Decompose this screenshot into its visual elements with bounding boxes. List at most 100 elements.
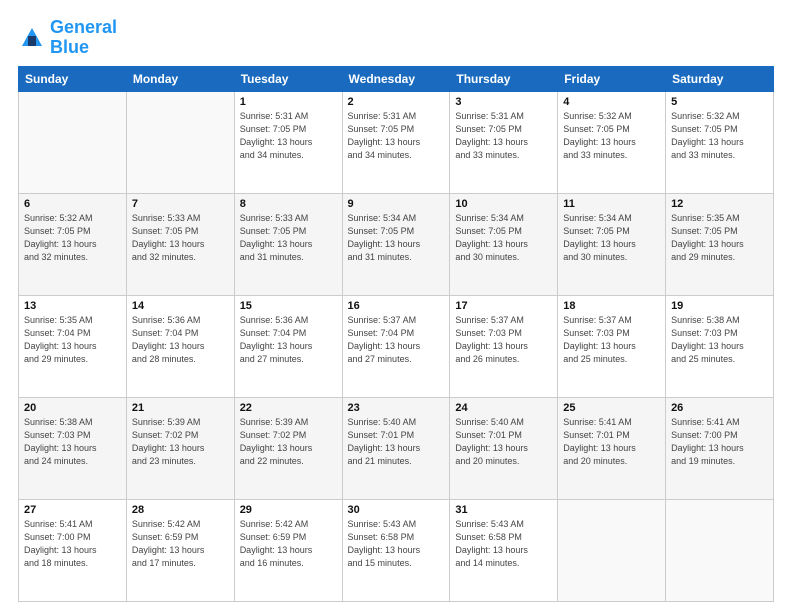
page: General Blue SundayMondayTuesdayWednesda…	[0, 0, 792, 612]
table-row: 2 Sunrise: 5:31 AM Sunset: 7:05 PM Daylig…	[342, 91, 450, 193]
day-number: 4	[563, 96, 660, 108]
day-number: 21	[132, 402, 229, 414]
day-detail: Sunrise: 5:40 AM Sunset: 7:01 PM Dayligh…	[455, 416, 552, 468]
weekday-header-thursday: Thursday	[450, 66, 558, 91]
day-detail: Sunrise: 5:36 AM Sunset: 7:04 PM Dayligh…	[132, 314, 229, 366]
calendar-row: 13Sunrise: 5:35 AM Sunset: 7:04 PM Dayli…	[19, 295, 774, 397]
table-row: 31 Sunrise: 5:43 AM Sunset: 6:58 PM Dayli…	[450, 499, 558, 601]
table-row: 7 Sunrise: 5:33 AM Sunset: 7:05 PM Daylig…	[126, 193, 234, 295]
day-number: 11	[563, 198, 660, 210]
day-number: 9	[348, 198, 445, 210]
table-row: 27 Sunrise: 5:41 AM Sunset: 7:00 PM Dayli…	[19, 499, 127, 601]
day-detail: Sunrise: 5:34 AM Sunset: 7:05 PM Dayligh…	[563, 212, 660, 264]
table-row	[19, 91, 127, 193]
weekday-header-monday: Monday	[126, 66, 234, 91]
day-detail: Sunrise: 5:39 AM Sunset: 7:02 PM Dayligh…	[132, 416, 229, 468]
table-row: 19 Sunrise: 5:38 AM Sunset: 7:03 PM Dayli…	[666, 295, 774, 397]
table-row: 28 Sunrise: 5:42 AM Sunset: 6:59 PM Dayli…	[126, 499, 234, 601]
day-number: 29	[240, 504, 337, 516]
day-number: 13	[24, 300, 121, 312]
day-number: 16	[348, 300, 445, 312]
table-row	[126, 91, 234, 193]
day-detail: Sunrise: 5:36 AM Sunset: 7:04 PM Dayligh…	[240, 314, 337, 366]
day-number: 28	[132, 504, 229, 516]
table-row: 6Sunrise: 5:32 AM Sunset: 7:05 PM Daylig…	[19, 193, 127, 295]
table-row: 4 Sunrise: 5:32 AM Sunset: 7:05 PM Daylig…	[558, 91, 666, 193]
day-number: 18	[563, 300, 660, 312]
table-row	[666, 499, 774, 601]
table-row: 29 Sunrise: 5:42 AM Sunset: 6:59 PM Dayli…	[234, 499, 342, 601]
day-number: 17	[455, 300, 552, 312]
table-row: 10Sunrise: 5:34 AM Sunset: 7:05 PM Dayli…	[450, 193, 558, 295]
day-detail: Sunrise: 5:32 AM Sunset: 7:05 PM Dayligh…	[563, 110, 660, 162]
day-detail: Sunrise: 5:42 AM Sunset: 6:59 PM Dayligh…	[132, 518, 229, 570]
day-number: 24	[455, 402, 552, 414]
day-detail: Sunrise: 5:31 AM Sunset: 7:05 PM Dayligh…	[240, 110, 337, 162]
table-row: 12Sunrise: 5:35 AM Sunset: 7:05 PM Dayli…	[666, 193, 774, 295]
weekday-header-wednesday: Wednesday	[342, 66, 450, 91]
table-row: 30 Sunrise: 5:43 AM Sunset: 6:58 PM Dayli…	[342, 499, 450, 601]
day-number: 14	[132, 300, 229, 312]
day-number: 2	[348, 96, 445, 108]
day-detail: Sunrise: 5:42 AM Sunset: 6:59 PM Dayligh…	[240, 518, 337, 570]
day-detail: Sunrise: 5:39 AM Sunset: 7:02 PM Dayligh…	[240, 416, 337, 468]
table-row: 25 Sunrise: 5:41 AM Sunset: 7:01 PM Dayli…	[558, 397, 666, 499]
day-detail: Sunrise: 5:43 AM Sunset: 6:58 PM Dayligh…	[455, 518, 552, 570]
table-row: 22Sunrise: 5:39 AM Sunset: 7:02 PM Dayli…	[234, 397, 342, 499]
day-number: 20	[24, 402, 121, 414]
day-detail: Sunrise: 5:38 AM Sunset: 7:03 PM Dayligh…	[24, 416, 121, 468]
weekday-header-tuesday: Tuesday	[234, 66, 342, 91]
calendar-row: 20 Sunrise: 5:38 AM Sunset: 7:03 PM Dayli…	[19, 397, 774, 499]
table-row: 14 Sunrise: 5:36 AM Sunset: 7:04 PM Dayli…	[126, 295, 234, 397]
calendar-header-row: SundayMondayTuesdayWednesdayThursdayFrid…	[19, 66, 774, 91]
day-detail: Sunrise: 5:32 AM Sunset: 7:05 PM Dayligh…	[671, 110, 768, 162]
table-row: 26 Sunrise: 5:41 AM Sunset: 7:00 PM Dayli…	[666, 397, 774, 499]
weekday-header-friday: Friday	[558, 66, 666, 91]
day-number: 25	[563, 402, 660, 414]
logo-text: General Blue	[50, 18, 117, 58]
day-number: 31	[455, 504, 552, 516]
day-detail: Sunrise: 5:41 AM Sunset: 7:00 PM Dayligh…	[671, 416, 768, 468]
table-row: 11 Sunrise: 5:34 AM Sunset: 7:05 PM Dayli…	[558, 193, 666, 295]
day-detail: Sunrise: 5:31 AM Sunset: 7:05 PM Dayligh…	[455, 110, 552, 162]
day-detail: Sunrise: 5:41 AM Sunset: 7:00 PM Dayligh…	[24, 518, 121, 570]
calendar-row: 6Sunrise: 5:32 AM Sunset: 7:05 PM Daylig…	[19, 193, 774, 295]
weekday-header-saturday: Saturday	[666, 66, 774, 91]
table-row: 24 Sunrise: 5:40 AM Sunset: 7:01 PM Dayli…	[450, 397, 558, 499]
day-number: 19	[671, 300, 768, 312]
table-row: 23 Sunrise: 5:40 AM Sunset: 7:01 PM Dayli…	[342, 397, 450, 499]
day-detail: Sunrise: 5:38 AM Sunset: 7:03 PM Dayligh…	[671, 314, 768, 366]
day-detail: Sunrise: 5:35 AM Sunset: 7:05 PM Dayligh…	[671, 212, 768, 264]
table-row: 18 Sunrise: 5:37 AM Sunset: 7:03 PM Dayli…	[558, 295, 666, 397]
day-detail: Sunrise: 5:41 AM Sunset: 7:01 PM Dayligh…	[563, 416, 660, 468]
day-detail: Sunrise: 5:33 AM Sunset: 7:05 PM Dayligh…	[132, 212, 229, 264]
header: General Blue	[18, 18, 774, 58]
table-row: 8 Sunrise: 5:33 AM Sunset: 7:05 PM Daylig…	[234, 193, 342, 295]
day-detail: Sunrise: 5:31 AM Sunset: 7:05 PM Dayligh…	[348, 110, 445, 162]
day-detail: Sunrise: 5:40 AM Sunset: 7:01 PM Dayligh…	[348, 416, 445, 468]
day-detail: Sunrise: 5:37 AM Sunset: 7:04 PM Dayligh…	[348, 314, 445, 366]
day-detail: Sunrise: 5:33 AM Sunset: 7:05 PM Dayligh…	[240, 212, 337, 264]
day-number: 10	[455, 198, 552, 210]
weekday-header-sunday: Sunday	[19, 66, 127, 91]
day-detail: Sunrise: 5:43 AM Sunset: 6:58 PM Dayligh…	[348, 518, 445, 570]
logo-icon	[18, 24, 46, 52]
table-row: 15Sunrise: 5:36 AM Sunset: 7:04 PM Dayli…	[234, 295, 342, 397]
day-number: 6	[24, 198, 121, 210]
day-number: 7	[132, 198, 229, 210]
day-detail: Sunrise: 5:37 AM Sunset: 7:03 PM Dayligh…	[455, 314, 552, 366]
table-row: 3 Sunrise: 5:31 AM Sunset: 7:05 PM Daylig…	[450, 91, 558, 193]
table-row: 20 Sunrise: 5:38 AM Sunset: 7:03 PM Dayli…	[19, 397, 127, 499]
day-number: 23	[348, 402, 445, 414]
calendar-row: 27 Sunrise: 5:41 AM Sunset: 7:00 PM Dayli…	[19, 499, 774, 601]
day-number: 27	[24, 504, 121, 516]
day-number: 26	[671, 402, 768, 414]
day-number: 8	[240, 198, 337, 210]
calendar-table: SundayMondayTuesdayWednesdayThursdayFrid…	[18, 66, 774, 602]
table-row	[558, 499, 666, 601]
day-number: 30	[348, 504, 445, 516]
calendar-row: 1Sunrise: 5:31 AM Sunset: 7:05 PM Daylig…	[19, 91, 774, 193]
logo: General Blue	[18, 18, 117, 58]
day-detail: Sunrise: 5:37 AM Sunset: 7:03 PM Dayligh…	[563, 314, 660, 366]
day-number: 3	[455, 96, 552, 108]
